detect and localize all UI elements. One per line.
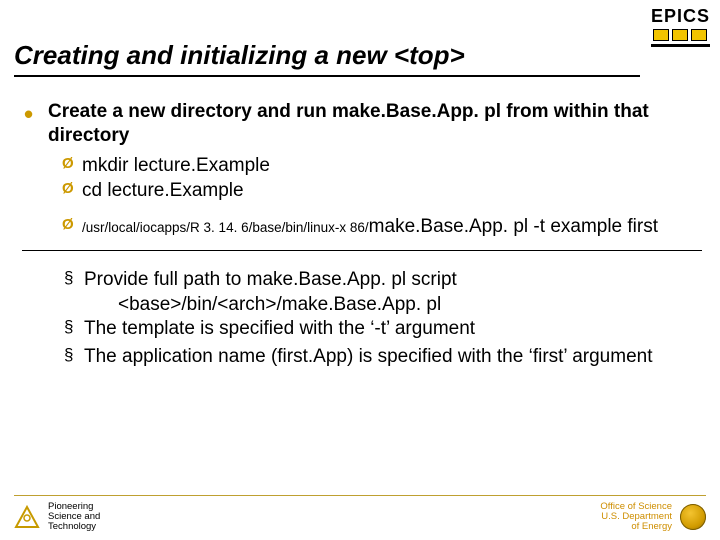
sub-bullet-appname: The application name (first.App) is spec…: [22, 344, 702, 370]
epics-logo: EPICS: [651, 6, 710, 47]
divider: [22, 250, 702, 251]
title-underline: [14, 75, 640, 77]
sub-bullet-path-example: <base>/bin/<arch>/make.Base.App. pl: [22, 294, 702, 316]
epics-logo-text: EPICS: [651, 6, 710, 27]
bullet-cd: cd lecture.Example: [22, 178, 702, 204]
footer-right-line3: of Energy: [600, 522, 672, 532]
slide-content: Create a new directory and run make.Base…: [22, 100, 702, 371]
sub-bullet-path: Provide full path to make.Base.App. pl s…: [22, 267, 702, 293]
epics-logo-boxes: [651, 29, 710, 41]
footer-left: Pioneering Science and Technology: [14, 502, 100, 532]
command-args: make.Base.App. pl -t example first: [369, 216, 658, 237]
footer-left-line3: Technology: [48, 522, 100, 532]
doe-seal-icon: [680, 504, 706, 530]
footer-right-text: Office of Science U.S. Department of Ene…: [600, 502, 672, 532]
slide-title: Creating and initializing a new <top>: [14, 40, 640, 73]
footer-right: Office of Science U.S. Department of Ene…: [600, 502, 706, 532]
bullet-main: Create a new directory and run make.Base…: [22, 100, 702, 149]
title-area: Creating and initializing a new <top>: [14, 40, 640, 77]
bullet-mkdir: mkdir lecture.Example: [22, 153, 702, 179]
footer-left-text: Pioneering Science and Technology: [48, 502, 100, 532]
footer: Pioneering Science and Technology Office…: [14, 495, 706, 532]
command-path: /usr/local/iocapps/R 3. 14. 6/base/bin/l…: [82, 220, 369, 235]
sub-bullet-template: The template is specified with the ‘-t’ …: [22, 316, 702, 342]
argonne-logo-icon: [14, 504, 40, 530]
bullet-command: /usr/local/iocapps/R 3. 14. 6/base/bin/l…: [22, 214, 702, 240]
